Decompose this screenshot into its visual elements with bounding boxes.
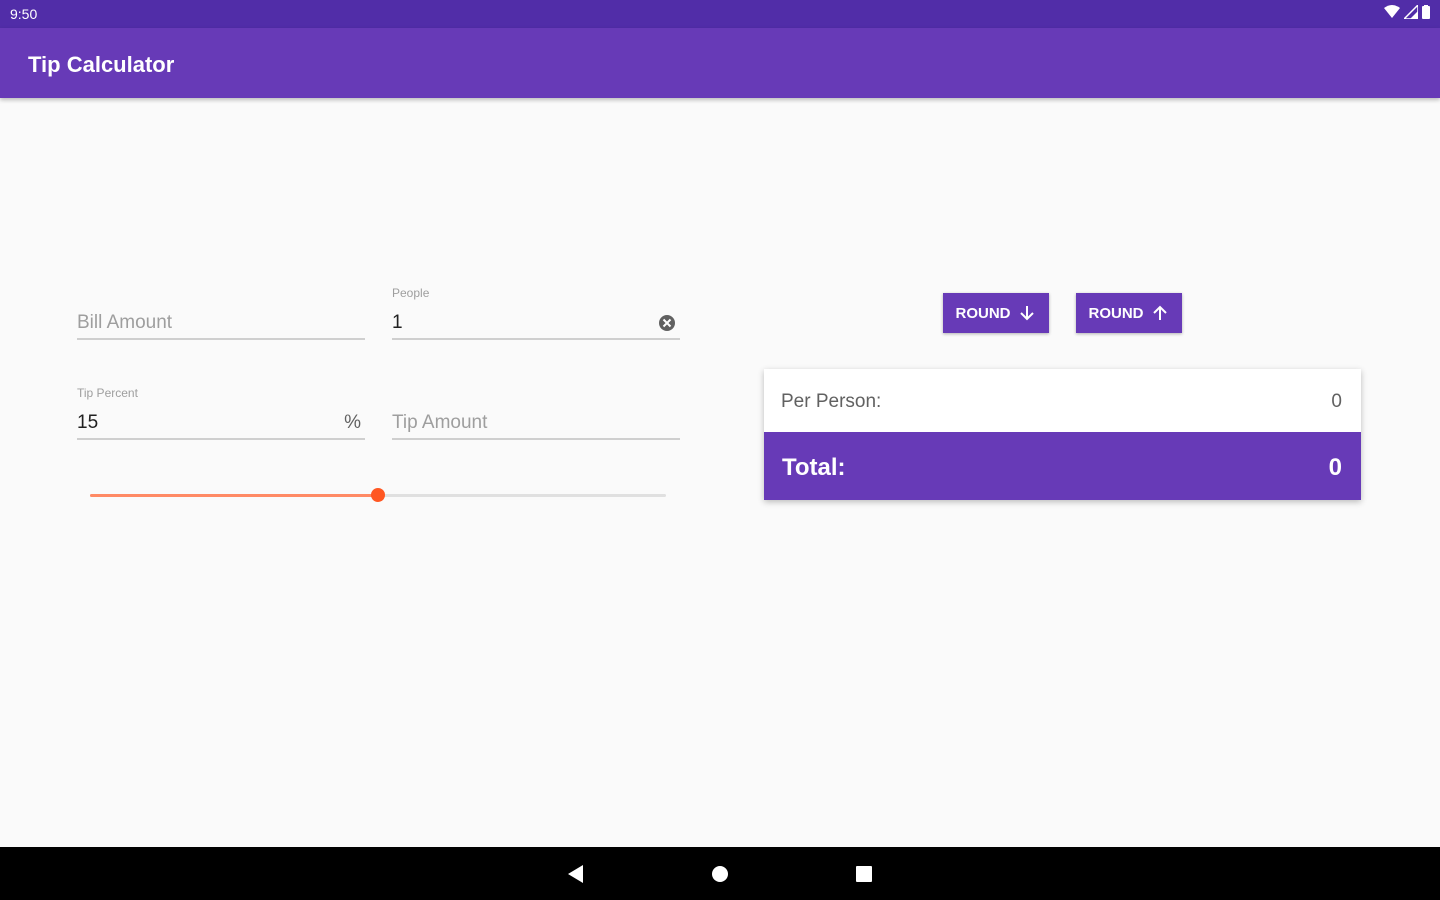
round-up-label: ROUND <box>1088 304 1144 322</box>
total-value: 0 <box>1328 454 1342 481</box>
slider-fill <box>90 494 378 497</box>
tip-percent-label: Tip Percent <box>77 386 138 400</box>
arrow-down-icon <box>1019 306 1034 321</box>
wifi-icon <box>1384 5 1400 18</box>
status-time: 9:50 <box>10 6 38 22</box>
home-icon[interactable] <box>709 863 731 885</box>
back-icon[interactable] <box>565 863 587 885</box>
tip-amount-field[interactable]: Tip Amount <box>392 396 680 440</box>
tip-percent-field[interactable]: Tip Percent 15 % <box>77 386 365 440</box>
percent-suffix: % <box>344 412 361 433</box>
round-down-label: ROUND <box>955 304 1011 322</box>
slider-thumb[interactable] <box>371 488 385 502</box>
per-person-label: Per Person: <box>781 391 882 412</box>
tip-amount-placeholder: Tip Amount <box>392 412 488 433</box>
result-card: Per Person: 0 Total: 0 <box>764 369 1361 500</box>
status-icons <box>1384 5 1430 19</box>
app-title: Tip Calculator <box>28 52 175 77</box>
per-person-row: Per Person: 0 <box>764 369 1361 432</box>
nav-bar <box>0 847 1440 900</box>
total-row: Total: 0 <box>764 432 1361 500</box>
arrow-up-icon <box>1152 305 1167 320</box>
bill-amount-field[interactable]: Bill Amount <box>77 296 365 340</box>
round-up-button[interactable]: ROUND <box>1076 293 1182 333</box>
total-label: Total: <box>782 454 846 481</box>
app-bar: Tip Calculator <box>0 28 1440 98</box>
people-label: People <box>392 286 430 300</box>
people-value: 1 <box>392 312 403 333</box>
status-bar: 9:50 <box>0 0 1440 28</box>
tip-slider[interactable] <box>90 485 666 505</box>
signal-icon <box>1404 5 1418 19</box>
per-person-value: 0 <box>1331 391 1342 412</box>
clear-icon[interactable] <box>658 314 676 332</box>
recents-icon[interactable] <box>853 863 875 885</box>
people-field[interactable]: People 1 <box>392 286 680 340</box>
round-down-button[interactable]: ROUND <box>943 293 1049 333</box>
battery-icon <box>1422 5 1430 19</box>
bill-amount-placeholder: Bill Amount <box>77 312 173 333</box>
tip-percent-value: 15 <box>77 412 99 433</box>
